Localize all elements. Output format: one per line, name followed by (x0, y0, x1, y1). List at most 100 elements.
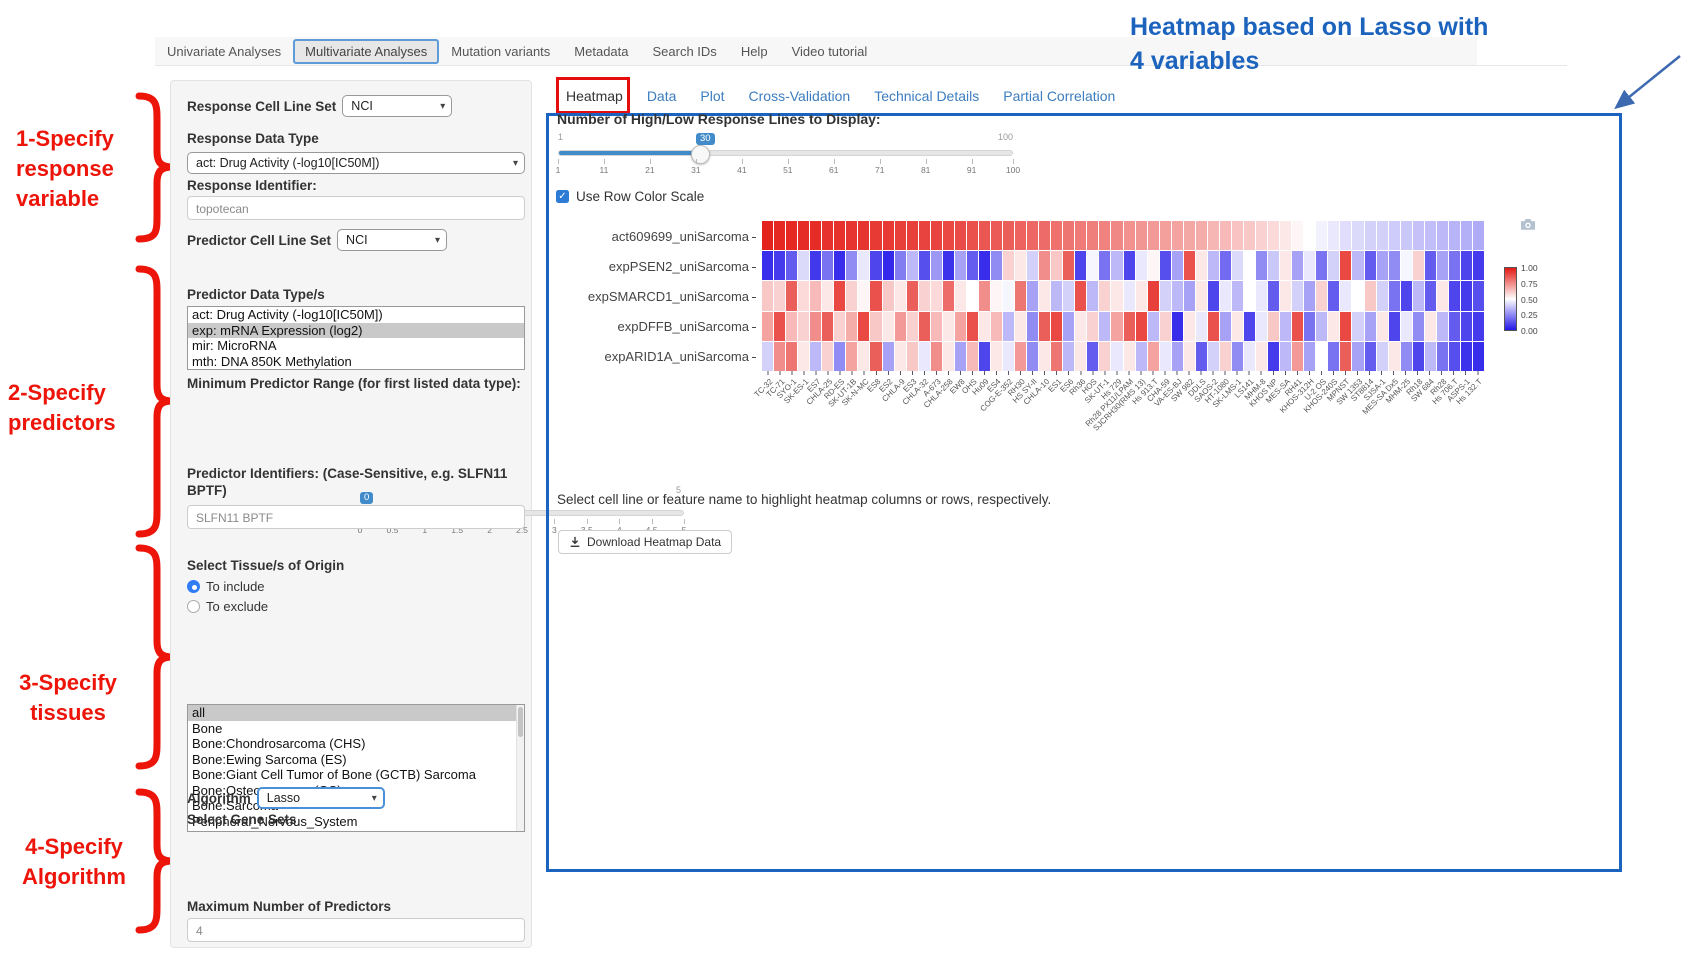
heatmap-cell[interactable] (1075, 342, 1086, 371)
heatmap-cell[interactable] (1111, 251, 1122, 280)
heatmap-cell[interactable] (1389, 221, 1400, 250)
heatmap-cell[interactable] (1292, 221, 1303, 250)
heatmap-cell[interactable] (1051, 312, 1062, 341)
heatmap-cell[interactable] (1473, 281, 1484, 310)
heatmap-cell[interactable] (1389, 251, 1400, 280)
heatmap-cell[interactable] (1473, 221, 1484, 250)
heatmap-cell[interactable] (955, 342, 966, 371)
heatmap-cell[interactable] (1389, 312, 1400, 341)
scrollbar-thumb[interactable] (518, 707, 523, 737)
heatmap-cell[interactable] (1184, 251, 1195, 280)
heatmap-cell[interactable] (1244, 221, 1255, 250)
heatmap-cell[interactable] (1051, 221, 1062, 250)
tab-technical-details[interactable]: Technical Details (874, 88, 979, 104)
nav-tab-help[interactable]: Help (729, 39, 780, 64)
heatmap-cell[interactable] (774, 281, 785, 310)
heatmap-cell[interactable] (1172, 221, 1183, 250)
heatmap-cell[interactable] (1063, 342, 1074, 371)
heatmap-cell[interactable] (1425, 221, 1436, 250)
heatmap-cell[interactable] (1425, 312, 1436, 341)
heatmap-cell[interactable] (907, 251, 918, 280)
heatmap-cell[interactable] (1425, 342, 1436, 371)
heatmap-cell[interactable] (1256, 221, 1267, 250)
heatmap-cell[interactable] (1111, 342, 1122, 371)
heatmap-cell[interactable] (895, 251, 906, 280)
heatmap-cell[interactable] (822, 281, 833, 310)
nav-tab-multivariate-analyses[interactable]: Multivariate Analyses (293, 39, 439, 64)
heatmap-cell[interactable] (955, 281, 966, 310)
heatmap-cell[interactable] (1087, 312, 1098, 341)
heatmap-cell[interactable] (1328, 312, 1339, 341)
tab-plot[interactable]: Plot (700, 88, 724, 104)
heatmap-cell[interactable] (919, 312, 930, 341)
heatmap-cell[interactable] (1172, 312, 1183, 341)
heatmap-cell[interactable] (1220, 312, 1231, 341)
heatmap-cell[interactable] (919, 342, 930, 371)
heatmap-cell[interactable] (858, 312, 869, 341)
heatmap-cell[interactable] (895, 281, 906, 310)
heatmap-cell[interactable] (1232, 281, 1243, 310)
heatmap-row-label[interactable]: expDFFB_uniSarcoma (546, 319, 756, 334)
heatmap-cell[interactable] (1003, 221, 1014, 250)
heatmap-cell[interactable] (1220, 251, 1231, 280)
predictor-data-types-listbox[interactable]: act: Drug Activity (-log10[IC50M])exp: m… (187, 306, 525, 370)
heatmap-cell[interactable] (1015, 312, 1026, 341)
heatmap-cell[interactable] (1208, 342, 1219, 371)
heatmap-cell[interactable] (798, 251, 809, 280)
heatmap-cell[interactable] (1003, 251, 1014, 280)
heatmap-cell[interactable] (1401, 342, 1412, 371)
heatmap-cell[interactable] (1449, 221, 1460, 250)
heatmap-cell[interactable] (762, 342, 773, 371)
heatmap-cell[interactable] (979, 281, 990, 310)
tab-data[interactable]: Data (647, 88, 677, 104)
heatmap-cell[interactable] (1437, 281, 1448, 310)
heatmap-cell[interactable] (1340, 221, 1351, 250)
heatmap-cell[interactable] (810, 342, 821, 371)
heatmap-cell[interactable] (1111, 312, 1122, 341)
predictor-identifiers-input[interactable]: SLFN11 BPTF (187, 505, 525, 529)
heatmap-cell[interactable] (1184, 342, 1195, 371)
heatmap-cell[interactable] (1087, 342, 1098, 371)
heatmap-cell[interactable] (1244, 312, 1255, 341)
heatmap-cell[interactable] (1136, 221, 1147, 250)
heatmap-cell[interactable] (1340, 312, 1351, 341)
heatmap-cell[interactable] (1316, 251, 1327, 280)
heatmap-cell[interactable] (1413, 281, 1424, 310)
heatmap-cell[interactable] (1304, 312, 1315, 341)
heatmap-cell[interactable] (1099, 281, 1110, 310)
heatmap-cell[interactable] (834, 251, 845, 280)
heatmap-cell[interactable] (1437, 342, 1448, 371)
heatmap-cell[interactable] (1461, 342, 1472, 371)
heatmap-cell[interactable] (1449, 251, 1460, 280)
heatmap-cell[interactable] (1437, 251, 1448, 280)
heatmap-cell[interactable] (1377, 221, 1388, 250)
heatmap-cell[interactable] (870, 342, 881, 371)
heatmap-cell[interactable] (979, 251, 990, 280)
heatmap-cell[interactable] (955, 251, 966, 280)
heatmap-cell[interactable] (834, 342, 845, 371)
heatmap-cell[interactable] (1413, 251, 1424, 280)
heatmap-cell[interactable] (1377, 251, 1388, 280)
heatmap-cell[interactable] (979, 312, 990, 341)
heatmap-cell[interactable] (1256, 281, 1267, 310)
heatmap-cell[interactable] (943, 221, 954, 250)
heatmap-cell[interactable] (1328, 251, 1339, 280)
heatmap-cell[interactable] (1027, 251, 1038, 280)
heatmap-cell[interactable] (1244, 342, 1255, 371)
heatmap-row-label[interactable]: expPSEN2_uniSarcoma (546, 259, 756, 274)
heatmap-cell[interactable] (1075, 251, 1086, 280)
heatmap-cell[interactable] (931, 251, 942, 280)
heatmap-cell[interactable] (1051, 251, 1062, 280)
heatmap-cell[interactable] (1401, 251, 1412, 280)
heatmap-cell[interactable] (1437, 221, 1448, 250)
heatmap-cell[interactable] (1099, 221, 1110, 250)
download-heatmap-data-button[interactable]: Download Heatmap Data (558, 530, 732, 554)
heatmap-cell[interactable] (919, 281, 930, 310)
nav-tab-search-ids[interactable]: Search IDs (641, 39, 729, 64)
heatmap-cell[interactable] (1473, 342, 1484, 371)
heatmap-cell[interactable] (1051, 281, 1062, 310)
heatmap-cell[interactable] (1136, 251, 1147, 280)
heatmap-cell[interactable] (943, 312, 954, 341)
heatmap-cell[interactable] (1208, 251, 1219, 280)
heatmap-cell[interactable] (1111, 221, 1122, 250)
